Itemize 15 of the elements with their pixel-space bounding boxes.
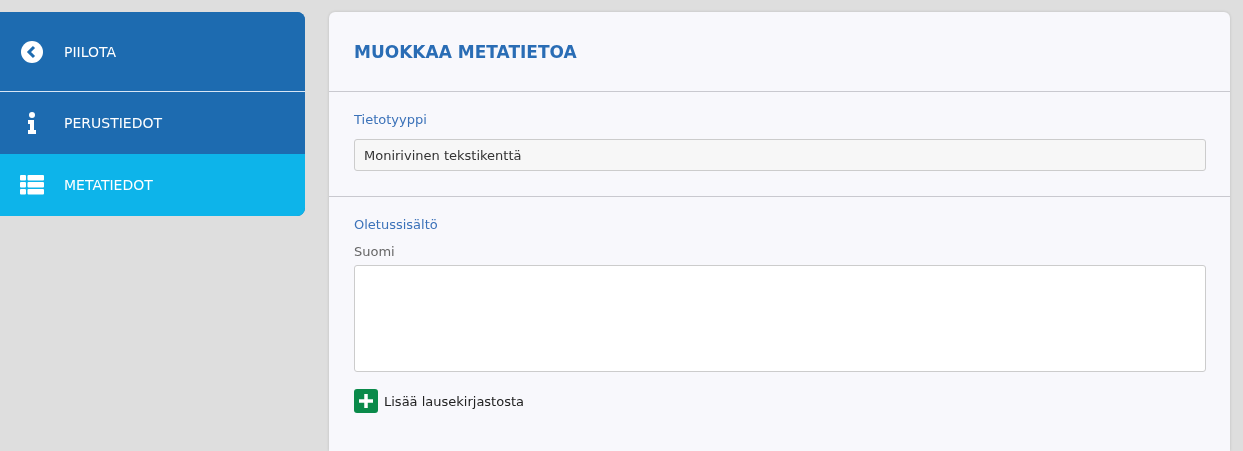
back-icon xyxy=(21,40,43,63)
sidebar-item-label: METATIEDOT xyxy=(64,177,153,193)
sidebar-item-label: PIILOTA xyxy=(64,43,117,60)
section-label: Oletussisältö xyxy=(354,217,439,232)
sidebar-item-label: PERUSTIEDOT xyxy=(64,115,163,131)
field-label: Tietotyyppi xyxy=(354,112,428,127)
add-from-library-button[interactable]: Lisää lausekirjastosta xyxy=(354,389,524,413)
plus-icon xyxy=(354,389,378,413)
panel-title: MUOKKAA METATIETOA xyxy=(354,41,577,62)
sidebar-item[interactable]: PIILOTA xyxy=(0,12,305,92)
language-label: Suomi xyxy=(354,244,396,259)
list-icon xyxy=(20,175,44,195)
info-icon xyxy=(27,112,37,134)
type-field[interactable]: Monirivinen tekstikenttä xyxy=(354,139,1206,171)
text-area[interactable] xyxy=(354,265,1206,372)
